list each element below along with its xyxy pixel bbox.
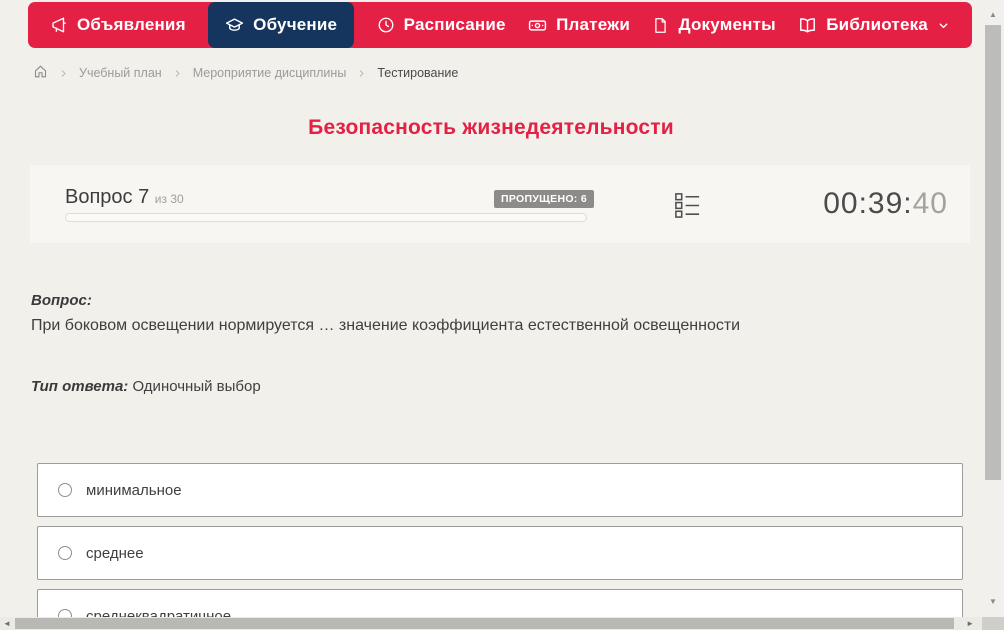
answer-option-label: среднее [86, 544, 144, 562]
page-title: Безопасность жизнедеятельности [308, 116, 674, 139]
book-icon [798, 16, 817, 35]
timer-hours-minutes: 00:39 [823, 187, 904, 220]
question-label: Вопрос: [31, 292, 92, 309]
banknote-icon [528, 16, 547, 35]
question-total: из 30 [154, 192, 184, 206]
scroll-right-icon[interactable]: ► [966, 617, 974, 630]
scrollbar-corner [982, 617, 1004, 630]
scroll-down-icon[interactable]: ▼ [982, 597, 1004, 607]
megaphone-icon [50, 16, 68, 34]
answer-type-row: Тип ответа: Одиночный выбор [31, 378, 261, 395]
horizontal-scrollbar-thumb[interactable] [15, 618, 954, 629]
question-header-card: Вопрос 7 из 30 ПРОПУЩЕНО: 6 00:39:40 [30, 165, 970, 243]
answer-option[interactable]: среднее [37, 526, 963, 580]
nav-item-label: Библиотека [826, 15, 928, 34]
nav-item-label: Документы [678, 15, 776, 34]
horizontal-scrollbar[interactable]: ◄ ► [0, 617, 982, 630]
document-icon [652, 17, 669, 34]
breadcrumb: Учебный план Мероприятие дисциплины Тест… [33, 63, 458, 83]
question-list-icon[interactable] [673, 190, 702, 224]
answer-type-value: Одиночный выбор [132, 378, 261, 395]
nav-item-announcements[interactable]: Объявления [50, 2, 186, 48]
radio-icon[interactable] [58, 546, 72, 560]
nav-item-label: Платежи [556, 15, 631, 34]
nav-item-payments[interactable]: Платежи [528, 2, 630, 48]
answer-options: минимальное среднее среднеквадратичное [37, 463, 963, 630]
scroll-left-icon[interactable]: ◄ [3, 617, 11, 630]
timer-separator: : [903, 187, 913, 220]
radio-icon[interactable] [58, 483, 72, 497]
timer-seconds: 40 [912, 187, 948, 220]
breadcrumb-link-study-plan[interactable]: Учебный план [79, 66, 162, 80]
scroll-up-icon[interactable]: ▲ [982, 10, 1004, 20]
nav-item-label: Обучение [253, 15, 338, 34]
answer-option[interactable]: минимальное [37, 463, 963, 517]
clock-icon [377, 16, 395, 34]
vertical-scrollbar[interactable]: ▲ ▼ [982, 0, 1004, 617]
nav-item-library[interactable]: Библиотека [798, 2, 950, 48]
home-icon[interactable] [33, 64, 48, 82]
answer-option-label: минимальное [86, 481, 182, 499]
chevron-right-icon [59, 69, 68, 78]
nav-item-documents[interactable]: Документы [652, 2, 776, 48]
test-page: Объявления Обучение Расписание Платежи Д… [0, 0, 1004, 630]
graduation-cap-icon [225, 16, 244, 35]
answer-type-label: Тип ответа: [31, 378, 129, 395]
chevron-down-icon [937, 19, 950, 32]
chevron-right-icon [173, 69, 182, 78]
nav-item-education[interactable]: Обучение [208, 2, 355, 48]
skipped-badge: ПРОПУЩЕНО: 6 [494, 190, 594, 208]
top-navigation: Объявления Обучение Расписание Платежи Д… [28, 2, 972, 48]
chevron-right-icon [357, 69, 366, 78]
question-number: Вопрос 7 из 30 [65, 186, 184, 208]
vertical-scrollbar-thumb[interactable] [985, 25, 1001, 480]
question-text: При боковом освещении нормируется … знач… [31, 317, 741, 334]
nav-item-label: Объявления [77, 15, 186, 34]
breadcrumb-current-testing: Тестирование [377, 66, 459, 80]
nav-item-schedule[interactable]: Расписание [377, 2, 506, 48]
breadcrumb-link-discipline-event[interactable]: Мероприятие дисциплины [193, 66, 347, 80]
timer: 00:39:40 [823, 187, 948, 221]
nav-item-label: Расписание [403, 15, 506, 34]
progress-bar [65, 213, 587, 222]
